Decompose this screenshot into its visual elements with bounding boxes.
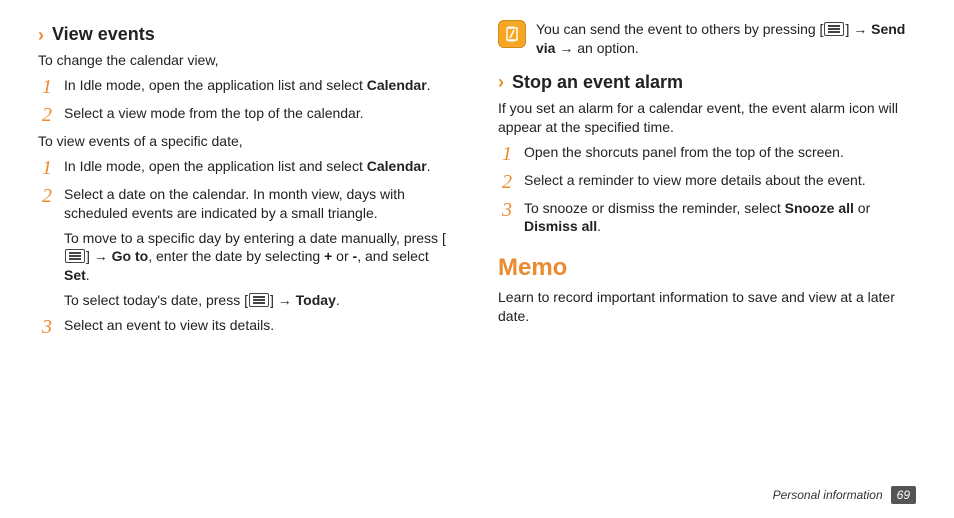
step-number: 3 <box>38 316 52 338</box>
list-item: 3 To snooze or dismiss the reminder, sel… <box>498 199 916 237</box>
note-icon <box>498 20 526 48</box>
menu-icon <box>824 22 844 36</box>
tip-send-via: You can send the event to others by pres… <box>498 20 916 58</box>
menu-icon <box>65 249 85 263</box>
tip-text: You can send the event to others by pres… <box>536 20 916 58</box>
list-item: 3 Select an event to view its details. <box>38 316 456 338</box>
step-number: 3 <box>498 199 512 237</box>
intro-alarm: If you set an alarm for a calendar event… <box>498 99 916 137</box>
list-change-view: 1 In Idle mode, open the application lis… <box>38 76 456 126</box>
step-number: 1 <box>498 143 512 165</box>
step-number: 2 <box>38 104 52 126</box>
chevron-icon: › <box>498 73 504 91</box>
step-number: 2 <box>498 171 512 193</box>
list-item: 1 Open the shorcuts panel from the top o… <box>498 143 916 165</box>
step-number: 1 <box>38 76 52 98</box>
list-item: 2 Select a view mode from the top of the… <box>38 104 456 126</box>
memo-text: Learn to record important information to… <box>498 288 916 326</box>
list-item: 1 In Idle mode, open the application lis… <box>38 157 456 179</box>
intro-specific-date: To view events of a specific date, <box>38 132 456 151</box>
step-body: Select a view mode from the top of the c… <box>64 104 456 126</box>
step-body: Select a reminder to view more details a… <box>524 171 916 193</box>
list-item: 1 In Idle mode, open the application lis… <box>38 76 456 98</box>
right-column: You can send the event to others by pres… <box>498 20 916 344</box>
list-item: 2 Select a date on the calendar. In mont… <box>38 185 456 310</box>
step-number: 2 <box>38 185 52 310</box>
heading-memo: Memo <box>498 254 916 282</box>
left-column: › View events To change the calendar vie… <box>38 20 456 344</box>
step-body: In Idle mode, open the application list … <box>64 157 456 179</box>
step-sub-today: To select today's date, press [] → Today… <box>64 291 456 310</box>
page-number: 69 <box>891 486 916 504</box>
chevron-icon: › <box>38 26 44 44</box>
heading-text: View events <box>52 24 155 45</box>
step-body: Select an event to view its details. <box>64 316 456 338</box>
step-body: Open the shorcuts panel from the top of … <box>524 143 916 165</box>
heading-view-events: › View events <box>38 24 456 45</box>
menu-icon <box>249 293 269 307</box>
list-item: 2 Select a reminder to view more details… <box>498 171 916 193</box>
list-alarm: 1 Open the shorcuts panel from the top o… <box>498 143 916 237</box>
list-specific-date: 1 In Idle mode, open the application lis… <box>38 157 456 338</box>
heading-stop-alarm: › Stop an event alarm <box>498 72 916 93</box>
heading-text: Stop an event alarm <box>512 72 683 93</box>
step-body: In Idle mode, open the application list … <box>64 76 456 98</box>
step-body: To snooze or dismiss the reminder, selec… <box>524 199 916 237</box>
step-body: Select a date on the calendar. In month … <box>64 185 456 310</box>
footer-section: Personal information <box>773 488 883 502</box>
step-number: 1 <box>38 157 52 179</box>
step-sub-goto: To move to a specific day by entering a … <box>64 229 456 286</box>
page-footer: Personal information 69 <box>773 486 916 504</box>
intro-change-view: To change the calendar view, <box>38 51 456 70</box>
